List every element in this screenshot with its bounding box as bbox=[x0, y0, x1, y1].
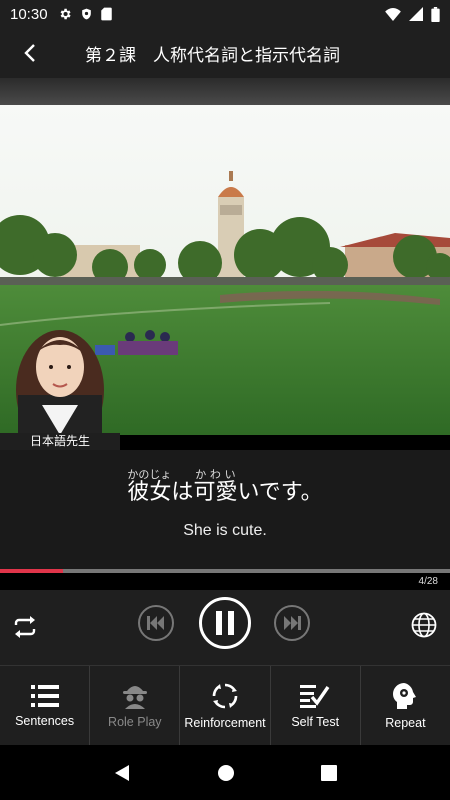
progress-bar[interactable] bbox=[0, 569, 450, 573]
recents-square-icon[interactable] bbox=[321, 764, 337, 781]
loop-icon bbox=[14, 616, 36, 638]
home-circle-icon[interactable] bbox=[217, 764, 235, 782]
skip-next-icon bbox=[284, 616, 301, 630]
shield-icon bbox=[81, 8, 91, 20]
tab-label: Repeat bbox=[385, 715, 426, 730]
lesson-text-panel: 彼女かのじょは可愛かわいいです。 She is cute. bbox=[0, 450, 450, 570]
campus-scene-image bbox=[0, 105, 450, 435]
system-nav-bar bbox=[0, 745, 450, 800]
back-button[interactable] bbox=[0, 28, 60, 78]
battery-icon bbox=[431, 6, 440, 22]
status-bar: 10:30 bbox=[0, 0, 450, 28]
signal-icon bbox=[409, 7, 423, 21]
furigana: かわい bbox=[193, 468, 238, 481]
tab-sentences[interactable]: Sentences bbox=[0, 666, 91, 745]
spy-icon bbox=[122, 685, 147, 709]
japanese-sentence[interactable]: 彼女かのじょは可愛かわいいです。 bbox=[0, 468, 450, 506]
header-shadow bbox=[0, 78, 450, 105]
progress-fill bbox=[0, 569, 63, 573]
back-triangle-icon[interactable] bbox=[113, 764, 131, 782]
tab-label: Role Play bbox=[108, 714, 162, 729]
playback-controls bbox=[0, 590, 450, 665]
cycle-icon bbox=[212, 683, 238, 708]
lesson-video[interactable] bbox=[0, 105, 450, 435]
sd-card-icon bbox=[100, 7, 112, 21]
list-icon bbox=[30, 684, 59, 707]
status-time: 10:30 bbox=[10, 5, 48, 23]
app-bar: 第２課 人称代名詞と指示代名詞 bbox=[0, 28, 450, 78]
bottom-tab-bar: Sentences Role Play Reinforcement Self T… bbox=[0, 665, 450, 745]
teacher-label: 日本語先生 bbox=[0, 433, 120, 450]
language-button[interactable] bbox=[408, 609, 440, 641]
skip-previous-icon bbox=[147, 616, 164, 630]
settings-gear-icon bbox=[60, 8, 71, 20]
checklist-icon bbox=[300, 684, 330, 708]
loop-button[interactable] bbox=[8, 610, 42, 644]
tab-label: Self Test bbox=[291, 714, 340, 729]
tab-repeat[interactable]: Repeat bbox=[361, 666, 450, 745]
furigana: かのじょ bbox=[127, 468, 172, 481]
sentence-ending: いです。 bbox=[237, 480, 323, 505]
tab-label: Sentences bbox=[15, 713, 75, 728]
head-gear-icon bbox=[393, 682, 417, 709]
tab-reinforcement[interactable]: Reinforcement bbox=[180, 666, 271, 745]
tab-self-test[interactable]: Self Test bbox=[271, 666, 361, 745]
lesson-title: 第２課 人称代名詞と指示代名詞 bbox=[85, 45, 340, 66]
tab-role-play[interactable]: Role Play bbox=[90, 666, 181, 745]
previous-button[interactable] bbox=[138, 605, 174, 641]
pause-icon bbox=[216, 611, 234, 635]
sentence-counter: 4/28 bbox=[418, 576, 438, 587]
pause-button[interactable] bbox=[199, 597, 251, 649]
chevron-left-icon bbox=[24, 44, 35, 62]
sentence-word: 可愛かわい bbox=[193, 468, 238, 505]
wifi-icon bbox=[385, 7, 401, 21]
sentence-particle: は bbox=[171, 480, 194, 505]
globe-icon bbox=[411, 612, 437, 638]
english-translation: She is cute. bbox=[183, 522, 267, 539]
next-button[interactable] bbox=[274, 605, 310, 641]
sentence-word: 彼女かのじょ bbox=[127, 468, 172, 505]
tab-label: Reinforcement bbox=[184, 715, 266, 730]
